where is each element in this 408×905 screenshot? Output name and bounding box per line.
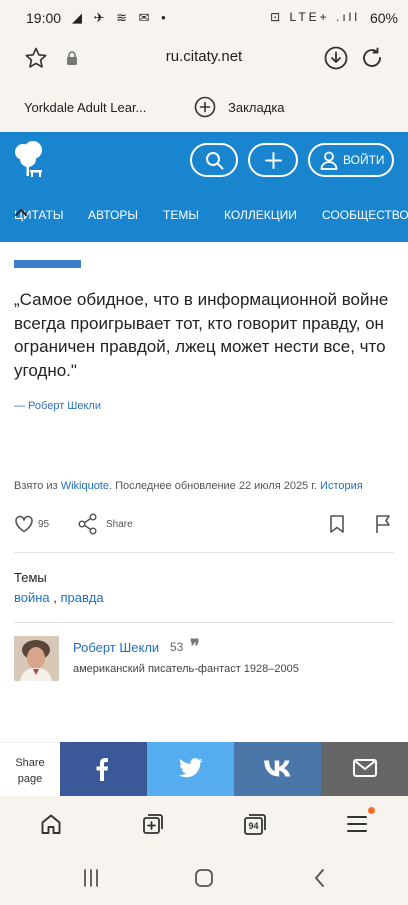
notification-dot (368, 807, 375, 814)
share-bar: Share page (0, 742, 408, 796)
share-facebook-button[interactable] (60, 742, 147, 796)
nav-authors[interactable]: АВТОРЫ (88, 208, 138, 222)
browser-address-bar: ru.citaty.net (0, 36, 408, 82)
author-portrait-image (14, 636, 59, 681)
share-email-button[interactable] (321, 742, 408, 796)
bookmark-item[interactable]: Yorkdale Adult Lear... (24, 100, 146, 115)
nav-themes[interactable]: ТЕМЫ (163, 208, 199, 222)
battery-level: 60% (369, 10, 398, 26)
recents-icon[interactable] (81, 868, 101, 888)
vk-icon (264, 760, 291, 777)
author-description: американский писатель-фантаст 1928–2005 (73, 663, 299, 675)
tabs-count: 94 (248, 821, 259, 831)
author-quote-count: 53 (170, 640, 184, 654)
quote-marks-icon: ❞ (190, 636, 200, 657)
browser-bottom-toolbar: 94 (0, 796, 408, 852)
chevron-up-icon[interactable] (14, 208, 28, 217)
theme-tag-truth[interactable]: правда (61, 590, 104, 605)
system-nav-bar (0, 852, 408, 905)
search-button[interactable] (190, 143, 238, 177)
author-photo[interactable] (14, 636, 59, 681)
quote-text: „Самое обидное, что в информационной вой… (14, 290, 389, 380)
status-time: 19:00 (26, 10, 62, 26)
share-vk-button[interactable] (234, 742, 321, 796)
home-icon[interactable] (40, 813, 62, 835)
share-label-line2: page (17, 773, 43, 785)
themes-label: Темы (14, 570, 47, 585)
search-icon (206, 152, 224, 170)
main-nav: ЦИТАТЫ АВТОРЫ ТЕМЫ КОЛЛЕКЦИИ СООБЩЕСТВО (0, 204, 408, 226)
add-bookmark-icon[interactable] (194, 96, 216, 118)
login-label: ВОЙТИ (343, 153, 385, 167)
author-name-link[interactable]: Роберт Шекли (73, 640, 159, 655)
new-tab-icon[interactable] (141, 812, 165, 836)
status-bar: 19:00 ◢ ✈ ≋ ✉ • ⊡ LTE+ .ıll 60% (0, 0, 408, 36)
twitter-icon (179, 758, 203, 778)
email-icon (353, 759, 377, 777)
add-bookmark-label[interactable]: Закладка (228, 100, 285, 115)
share-label-line1: Share (15, 757, 45, 769)
login-button[interactable]: ВОЙТИ (308, 143, 394, 177)
signal-icons: ⊡ LTE+ .ıll (270, 10, 360, 24)
theme-tag-war[interactable]: война (14, 590, 50, 605)
reload-icon[interactable] (360, 46, 384, 70)
history-link[interactable]: История (320, 480, 363, 492)
bookmark-icon[interactable] (329, 514, 345, 534)
quote-actions: 95 Share (14, 508, 394, 542)
download-icon[interactable] (324, 46, 348, 70)
source-prefix: Взято из (14, 480, 58, 492)
heart-icon[interactable] (14, 515, 34, 533)
home-nav-icon[interactable] (194, 868, 214, 888)
share-icon[interactable] (78, 513, 98, 535)
quote-author-link[interactable]: — Роберт Шекли (14, 400, 101, 412)
share-label[interactable]: Share (106, 519, 133, 530)
menu-icon[interactable] (347, 815, 367, 833)
bookmarks-bar: Yorkdale Adult Lear... Закладка (0, 82, 408, 132)
tag-separator: , (49, 590, 61, 605)
divider (14, 552, 394, 553)
source-line: Взято из Wikiquote. Последнее обновление… (14, 480, 408, 492)
facebook-icon (96, 758, 108, 781)
themes-tags: война , правда (14, 590, 104, 605)
back-icon[interactable] (310, 868, 330, 888)
source-updated: . Последнее обновление 22 июля 2025 г. (108, 480, 317, 492)
share-twitter-button[interactable] (147, 742, 234, 796)
divider (14, 622, 394, 623)
share-page-label: Share page (0, 742, 60, 796)
flag-icon[interactable] (374, 514, 392, 534)
logo-tree-icon[interactable] (12, 140, 46, 180)
notification-icons: ◢ ✈ ≋ ✉ • (72, 10, 170, 25)
source-link[interactable]: Wikiquote (61, 480, 109, 492)
quote-accent-bar (14, 260, 81, 268)
user-icon (320, 151, 338, 170)
nav-community[interactable]: СООБЩЕСТВО (322, 208, 408, 222)
add-quote-button[interactable] (248, 143, 298, 177)
site-header: ВОЙТИ ЦИТАТЫ АВТОРЫ ТЕМЫ КОЛЛЕКЦИИ СООБЩ… (0, 132, 408, 242)
likes-count: 95 (38, 519, 50, 530)
nav-collections[interactable]: КОЛЛЕКЦИИ (224, 208, 297, 222)
tabs-button[interactable]: 94 (243, 812, 267, 836)
plus-icon (265, 152, 282, 169)
